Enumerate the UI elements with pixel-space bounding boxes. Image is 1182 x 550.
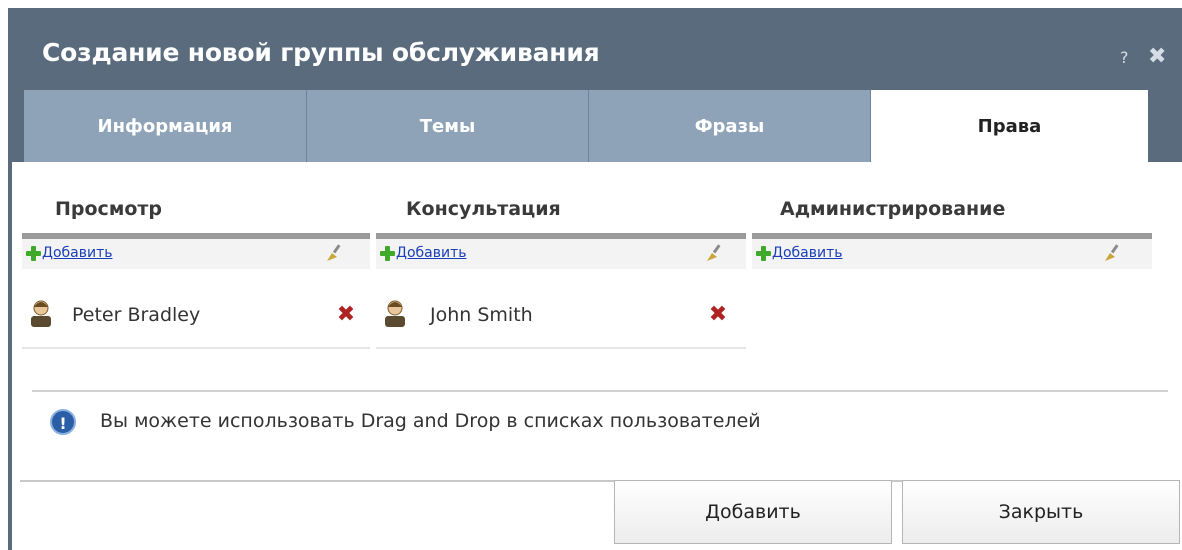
column-title-admin: Администрирование [780, 198, 1006, 220]
brush-icon[interactable] [324, 243, 346, 263]
info-icon: ! [50, 409, 76, 435]
user-icon [31, 300, 51, 327]
column-title-consult: Консультация [406, 198, 561, 220]
add-user-link-admin[interactable]: Добавить [772, 245, 842, 261]
user-row-consult[interactable]: John Smith ✖ [376, 287, 746, 349]
user-name: John Smith [430, 304, 533, 326]
rights-panel: Просмотр Добавить Peter Bradley ✖ Консул… [12, 162, 1182, 550]
close-button[interactable]: Закрыть [902, 480, 1180, 544]
dialog-title: Создание новой группы обслуживания [42, 38, 600, 67]
tab-topics[interactable]: Темы [307, 90, 589, 162]
drag-drop-hint: Вы можете использовать Drag and Drop в с… [100, 410, 761, 432]
help-icon[interactable]: ? [1120, 48, 1129, 67]
tab-rights[interactable]: Права [871, 90, 1148, 162]
brush-icon[interactable] [704, 243, 726, 263]
remove-icon[interactable]: ✖ [708, 304, 728, 326]
column-title-view: Просмотр [55, 198, 163, 220]
plus-icon [756, 246, 771, 261]
column-toolbar-view: Добавить [22, 239, 370, 269]
tab-phrases[interactable]: Фразы [589, 90, 871, 162]
remove-icon[interactable]: ✖ [336, 304, 356, 326]
user-name: Peter Bradley [72, 304, 201, 326]
dialog-titlebar: Создание новой группы обслуживания ? ✖ [8, 8, 1182, 90]
add-button[interactable]: Добавить [614, 480, 892, 544]
column-toolbar-admin: Добавить [752, 239, 1152, 269]
user-row-view[interactable]: Peter Bradley ✖ [22, 287, 370, 349]
close-icon[interactable]: ✖ [1148, 44, 1166, 69]
tab-information[interactable]: Информация [24, 90, 307, 162]
add-user-link-view[interactable]: Добавить [42, 245, 112, 261]
column-toolbar-consult: Добавить [376, 239, 746, 269]
dialog: Создание новой группы обслуживания ? ✖ И… [8, 8, 1182, 550]
plus-icon [380, 246, 395, 261]
brush-icon[interactable] [1102, 243, 1124, 263]
user-icon [385, 300, 405, 327]
section-divider [32, 390, 1168, 392]
add-user-link-consult[interactable]: Добавить [396, 245, 466, 261]
tab-bar: Информация Темы Фразы Права [24, 90, 1148, 162]
plus-icon [26, 246, 41, 261]
